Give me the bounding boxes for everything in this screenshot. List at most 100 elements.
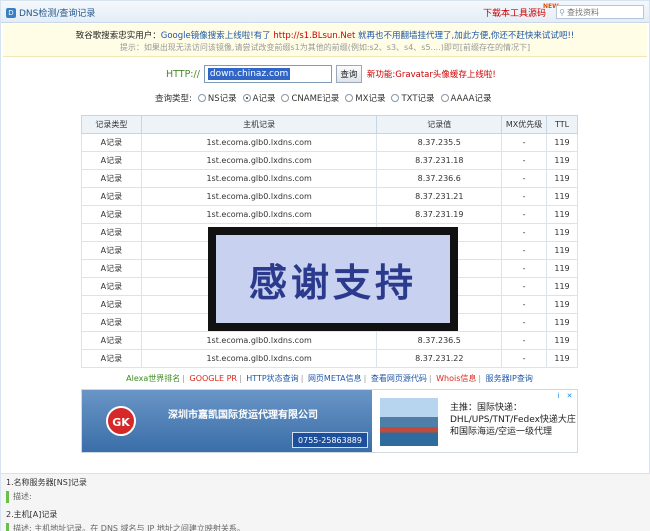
table-cell: 8.37.235.5 [376, 133, 503, 152]
radio-icon [391, 94, 400, 102]
table-cell: - [501, 313, 548, 332]
description-title: 2.主机[A]记录 [6, 510, 58, 519]
radio-label: NS记录 [207, 94, 237, 104]
notice-suffix: 就再也不用翻墙挂代理了,加此方便,你还不赶快来试试吧!! [358, 31, 575, 41]
search-input[interactable] [567, 7, 641, 17]
description-title: 1.名称服务器[NS]记录 [6, 478, 87, 487]
radio-icon [281, 94, 290, 102]
radio-checked-icon [242, 94, 251, 102]
table-row: A记录 1st.ecoma.glb0.lxdns.com 8.37.236.6-11… [81, 169, 578, 188]
radio-a[interactable]: A记录 [242, 92, 275, 104]
ad-company-panel[interactable]: GK 深圳市嘉凯国际货运代理有限公司 0755-25863889 [82, 390, 372, 452]
table-cell: - [501, 277, 548, 296]
ad-container-port-image[interactable] [380, 398, 438, 446]
table-cell: 119 [546, 349, 578, 368]
record-type-label: 查询类型: [155, 94, 192, 104]
table-cell: 119 [546, 133, 578, 152]
table-cell: 8.37.231.22 [376, 349, 503, 368]
table-cell: - [501, 169, 548, 188]
dns-logo-icon: D [6, 7, 16, 18]
ad-company-name: 深圳市嘉凯国际货运代理有限公司 [168, 410, 318, 421]
record-descriptions: 1.名称服务器[NS]记录 描述: 2.主机[A]记录 描述: 主机地址记录。在… [1, 473, 650, 531]
description-body: 描述: [6, 491, 87, 503]
table-cell: - [501, 331, 548, 350]
search-icon: ⚲ [559, 7, 565, 17]
radio-txt[interactable]: TXT记录 [391, 92, 435, 104]
column-header: MX优先级 [501, 115, 548, 134]
link-whois[interactable]: Whois信息 [436, 374, 476, 383]
http-prefix-label: HTTP:// [166, 68, 200, 80]
table-cell: - [501, 259, 548, 278]
table-cell: A记录 [81, 223, 142, 242]
table-cell: A记录 [81, 151, 142, 170]
table-cell: - [501, 223, 548, 242]
table-cell: 8.37.231.21 [376, 187, 503, 206]
radio-cname[interactable]: CNAME记录 [281, 92, 339, 104]
company-logo-icon: GK [106, 406, 136, 436]
radio-icon [197, 94, 206, 102]
link-server-ip[interactable]: 服务器IP查询 [486, 374, 533, 383]
table-cell: 1st.ecoma.glb0.lxdns.com [140, 187, 378, 206]
overlay-panel: 感谢支持 [216, 235, 450, 323]
description-ns: 1.名称服务器[NS]记录 描述: [6, 477, 87, 503]
record-type-selector: 查询类型: NS记录 A记录 CNAME记录 MX记录 TXT记录 AAAA记录 [155, 92, 498, 104]
table-cell: 119 [546, 277, 578, 296]
table-cell: A记录 [81, 241, 142, 260]
table-cell: 1st.ecoma.glb0.lxdns.com [140, 349, 378, 368]
description-a: 2.主机[A]记录 描述: 主机地址记录。在 DNS 域名与 IP 地址之间建立… [6, 509, 245, 531]
notice-tip: 提示：如果出现无法访问该镜像,请尝试改变前缀s1为其他的前缀(例如:s2、s3、… [119, 43, 531, 52]
domain-input[interactable]: down.chinaz.com [203, 65, 332, 83]
query-form: HTTP:// down.chinaz.com 查询 新功能:Gravatar头… [166, 65, 496, 83]
table-cell: A记录 [81, 169, 142, 188]
query-button[interactable]: 查询 [335, 65, 362, 83]
link-http-status[interactable]: HTTP状态查询 [246, 374, 298, 383]
notice-banner: 致谷歌搜索忠实用户：Google镜像搜索上线啦!有了 http://s1.BLs… [3, 24, 647, 57]
radio-aaaa[interactable]: AAAA记录 [440, 92, 492, 104]
tool-links-bar: Alexa世界排名 | GOOGLE PR | HTTP状态查询 | 网页META信息… [126, 374, 533, 383]
table-cell: - [501, 349, 548, 368]
download-source-link[interactable]: 下载本工具源码 [483, 6, 546, 19]
radio-mx[interactable]: MX记录 [345, 92, 385, 104]
table-cell: A记录 [81, 187, 142, 206]
radio-label: TXT记录 [401, 94, 435, 104]
table-cell: A记录 [81, 277, 142, 296]
link-google-pr[interactable]: GOOGLE PR [190, 374, 237, 383]
radio-label: MX记录 [355, 94, 386, 104]
table-cell: 119 [546, 223, 578, 242]
table-cell: 119 [546, 151, 578, 170]
table-cell: - [501, 241, 548, 260]
table-row: A记录 1st.ecoma.glb0.lxdns.com 8.37.231.22-1… [81, 349, 578, 368]
ad-close-icon[interactable]: ✕ [565, 392, 574, 401]
table-cell: A记录 [81, 313, 142, 332]
table-cell: 1st.ecoma.glb0.lxdns.com [140, 331, 378, 350]
ad-phone-number: 0755-25863889 [292, 432, 368, 448]
table-cell: 119 [546, 187, 578, 206]
table-cell: A记录 [81, 331, 142, 350]
brand: D DNS检测/查询记录 [6, 6, 95, 19]
advertisement-banner[interactable]: GK 深圳市嘉凯国际货运代理有限公司 0755-25863889 主推：国际快递… [81, 389, 578, 453]
domain-value: down.chinaz.com [207, 68, 291, 80]
link-alexa[interactable]: Alexa世界排名 [126, 374, 180, 383]
table-cell: 1st.ecoma.glb0.lxdns.com [140, 169, 378, 188]
ad-info-icon[interactable]: i [554, 392, 563, 401]
new-feature-link[interactable]: 新功能:Gravatar头像缓存上线啦! [367, 68, 496, 80]
table-cell: 119 [546, 205, 578, 224]
radio-icon [440, 94, 449, 102]
table-cell: 8.37.236.5 [376, 331, 503, 350]
column-header: 记录值 [376, 115, 503, 134]
search-box[interactable]: ⚲ [556, 5, 644, 19]
notice-url-link[interactable]: http://s1.BLsun.Net [273, 31, 355, 41]
link-meta[interactable]: 网页META信息 [308, 374, 362, 383]
notice-line: 致谷歌搜索忠实用户：Google镜像搜索上线啦!有了 http://s1.BLs… [3, 29, 647, 41]
radio-label: AAAA记录 [450, 94, 492, 104]
page-title: DNS检测/查询记录 [19, 9, 96, 19]
ad-description[interactable]: 主推：国际快递：DHL/UPS/TNT/Fedex快递大庄和国际海运/空运一级代… [450, 402, 577, 438]
table-cell: - [501, 205, 548, 224]
table-cell: - [501, 133, 548, 152]
radio-ns[interactable]: NS记录 [197, 92, 237, 104]
link-source[interactable]: 查看网页源代码 [371, 374, 427, 383]
table-row: A记录 1st.ecoma.glb0.lxdns.com 8.37.236.5-11… [81, 331, 578, 350]
table-cell: 8.37.231.18 [376, 151, 503, 170]
table-cell: A记录 [81, 205, 142, 224]
table-cell: A记录 [81, 133, 142, 152]
